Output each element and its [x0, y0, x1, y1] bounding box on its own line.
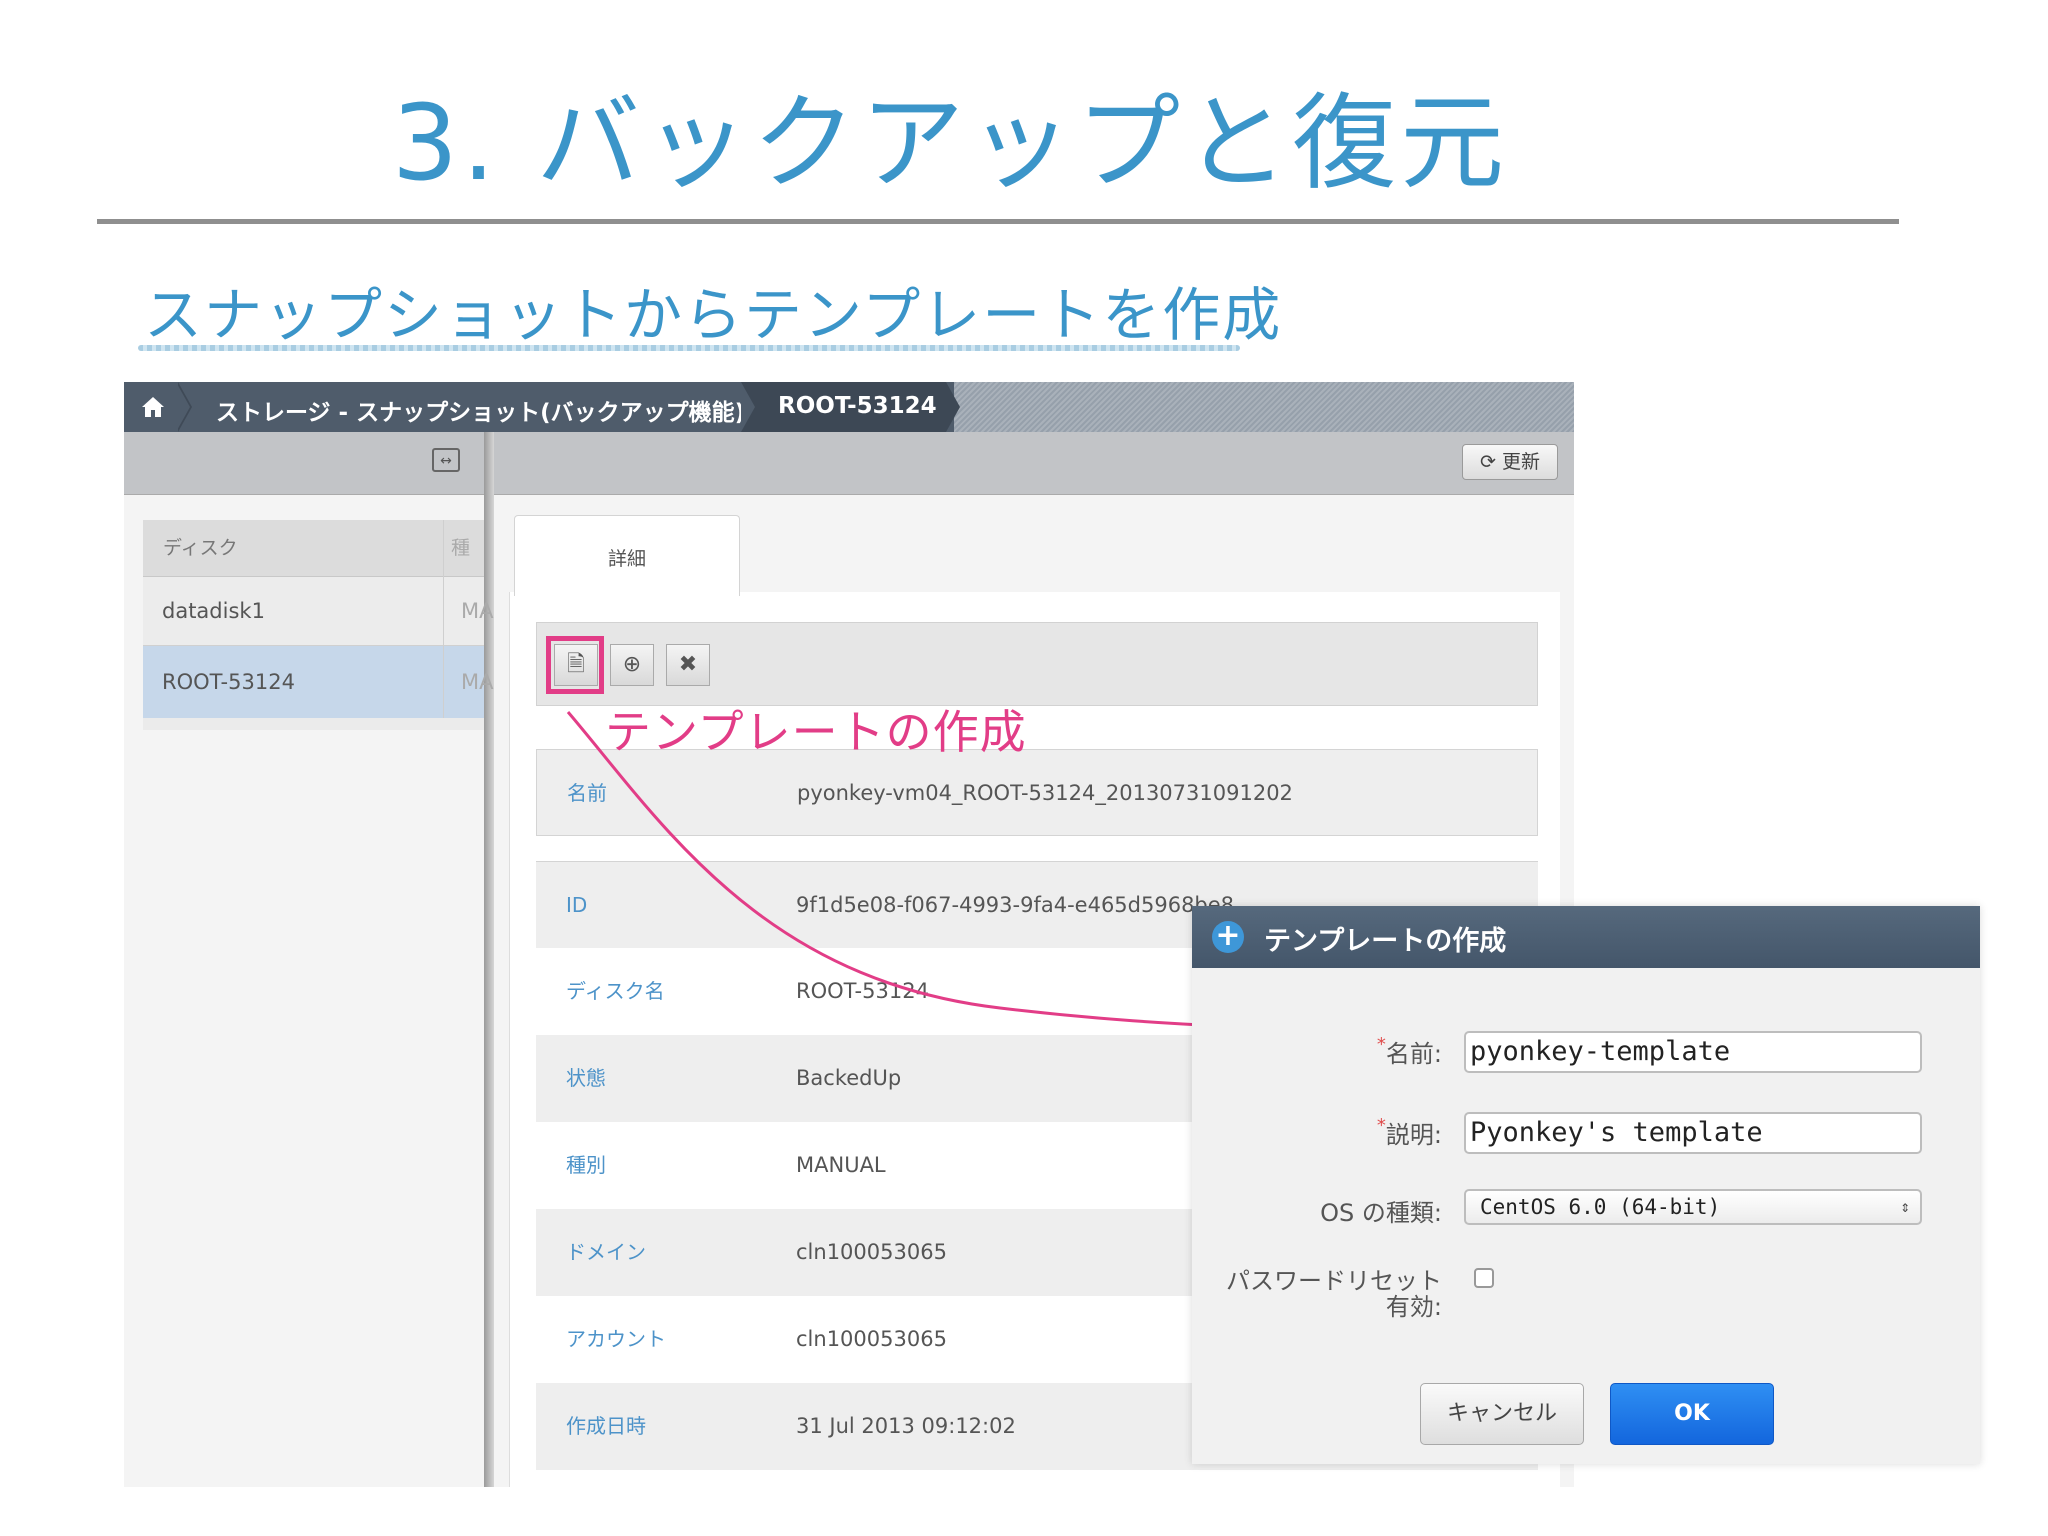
description-label-text: 説明: — [1385, 1121, 1442, 1149]
refresh-icon: ⟳ — [1480, 451, 1496, 473]
field-label: 状態 — [566, 1066, 606, 1090]
delete-icon: ✖ — [678, 652, 698, 677]
field-label: ディスク名 — [566, 979, 665, 1003]
breadcrumb-current[interactable]: ROOT-53124 — [778, 393, 937, 419]
description-input[interactable]: Pyonkey's template — [1464, 1112, 1922, 1154]
description-label: *説明: — [1192, 1115, 1442, 1150]
field-label: 名前 — [567, 781, 607, 805]
collapse-icon[interactable]: ↔ — [432, 448, 460, 472]
plus-icon: + — [1212, 921, 1244, 953]
table-row[interactable]: datadisk1 MA — [143, 577, 493, 646]
table-row-selected[interactable]: ROOT-53124 MA — [143, 646, 493, 718]
slide-subtitle: スナップショットからテンプレートを作成 — [144, 281, 1283, 349]
dialog-title: テンプレートの作成 — [1264, 926, 1507, 957]
dialog-header: + テンプレートの作成 — [1192, 906, 1980, 968]
password-reset-label-line2: 有効: — [1385, 1293, 1442, 1321]
table-header: ディスク 種別 — [143, 520, 484, 615]
breadcrumb-separator — [946, 382, 960, 432]
name-label: *名前: — [1192, 1034, 1442, 1069]
field-label: 作成日時 — [566, 1414, 646, 1438]
refresh-label: 更新 — [1501, 451, 1540, 473]
os-type-label: OS の種類: — [1320, 1199, 1442, 1227]
refresh-button[interactable]: ⟳ 更新 — [1462, 444, 1558, 480]
os-type-select[interactable]: CentOS 6.0 (64-bit) ⇕ — [1464, 1189, 1922, 1225]
field-value: 9f1d5e08-f067-4993-9fa4-e465d5968be8 — [796, 893, 1235, 917]
slide-title: 3. バックアップと復元 — [391, 82, 1509, 204]
annotation-label: テンプレートの作成 — [605, 705, 1027, 759]
field-value: BackedUp — [796, 1066, 902, 1090]
password-reset-label-line1: パスワードリセット — [1226, 1267, 1442, 1295]
disk-table: ディスク 種別 datadisk1 MA ROOT-53124 MA — [143, 520, 493, 730]
disk-name: ROOT-53124 — [162, 670, 295, 694]
title-divider — [97, 219, 1899, 224]
column-separator — [443, 520, 444, 718]
create-template-dialog: + テンプレートの作成 *名前: pyonkey-template *説明: P… — [1192, 906, 1980, 1464]
field-value: cln100053065 — [796, 1240, 947, 1264]
password-reset-checkbox[interactable] — [1474, 1268, 1494, 1288]
home-icon[interactable] — [140, 394, 166, 420]
field-label: 種別 — [566, 1153, 606, 1177]
name-input[interactable]: pyonkey-template — [1464, 1031, 1922, 1073]
required-marker: * — [1376, 1115, 1386, 1136]
field-value: pyonkey-vm04_ROOT-53124_20130731091202 — [797, 781, 1293, 805]
breadcrumb: ストレージ - スナップショット(バックアップ機能) ROOT-53124 — [124, 382, 1574, 432]
breadcrumb-separator — [176, 382, 190, 432]
field-label: ID — [566, 893, 588, 917]
field-label: アカウント — [566, 1327, 666, 1351]
os-type-value: CentOS 6.0 (64-bit) — [1480, 1195, 1721, 1219]
highlight-box — [546, 636, 604, 694]
select-arrows-icon: ⇕ — [1900, 1197, 1910, 1216]
add-button[interactable]: ⊕ — [610, 644, 654, 686]
breadcrumb-fill — [954, 382, 1574, 432]
add-icon: ⊕ — [622, 652, 642, 677]
column-header-disk[interactable]: ディスク — [163, 520, 238, 576]
field-value: ROOT-53124 — [796, 979, 929, 1003]
disk-type: MA — [461, 670, 494, 694]
tab-detail[interactable]: 詳細 — [514, 515, 740, 596]
ok-button[interactable]: OK — [1610, 1383, 1774, 1445]
password-reset-label: パスワードリセット 有効: — [1192, 1268, 1442, 1320]
field-value: 31 Jul 2013 09:12:02 — [796, 1414, 1016, 1438]
delete-button[interactable]: ✖ — [666, 644, 710, 686]
disk-type: MA — [461, 599, 494, 623]
name-label-text: 名前: — [1385, 1040, 1442, 1068]
right-toolbar — [494, 432, 1574, 495]
field-value: cln100053065 — [796, 1327, 947, 1351]
breadcrumb-separator — [741, 382, 755, 432]
field-row-name: 名前 pyonkey-vm04_ROOT-53124_2013073109120… — [536, 749, 1538, 836]
subtitle-underline — [138, 345, 1240, 351]
field-value: MANUAL — [796, 1153, 886, 1177]
left-toolbar: ↔ — [124, 432, 484, 495]
disk-name: datadisk1 — [162, 599, 265, 623]
cancel-button[interactable]: キャンセル — [1420, 1383, 1584, 1445]
breadcrumb-section[interactable]: ストレージ - スナップショット(バックアップ機能) — [216, 393, 745, 427]
required-marker: * — [1376, 1034, 1386, 1055]
field-label: ドメイン — [566, 1240, 646, 1264]
